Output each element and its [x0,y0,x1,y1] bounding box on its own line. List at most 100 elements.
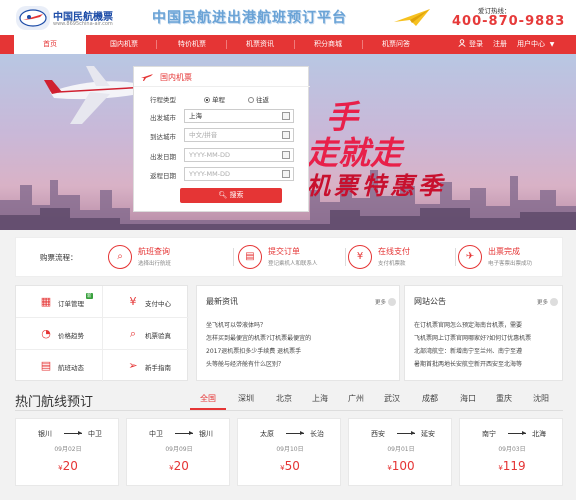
new-badge: 新 [86,293,93,299]
route-price: ¥100 [349,459,453,473]
notice-panel: 网站公告 更多 在订机票官网怎么预定海南台机票，需要 飞机票网上订票官网哪家好?… [404,285,563,381]
news-item[interactable]: 头等舱与经济舱有什么区别？ [206,359,396,368]
route-card[interactable]: 银川 中卫 09月02日 ¥20 [15,418,119,486]
process-step-search: ⌕ 航班查询 选择出行航班 [108,243,228,273]
route-from: 西安 [371,430,385,438]
from-city-value: 上海 [189,112,202,120]
route-card[interactable]: 太原 长治 09月10日 ¥50 [237,418,341,486]
tab-guangzhou[interactable]: 广州 [348,393,364,404]
step-title: 在线支付 [378,247,410,256]
price-value: 119 [502,459,526,473]
price-value: 20 [173,459,189,473]
nav-item-special-tickets[interactable]: 特价机票 [160,35,224,54]
route-to: 北海 [532,430,546,438]
route-from: 银川 [38,430,52,438]
tab-shanghai[interactable]: 上海 [312,393,328,404]
step-divider [446,248,456,266]
tab-wuhan[interactable]: 武汉 [384,393,400,404]
tab-shenyang[interactable]: 沈阳 [533,393,549,404]
notice-item[interactable]: 北部湾航空：新增南宁至兰州、南宁至遵 [414,346,560,355]
depart-date-input[interactable]: YYYY-MM-DD [184,148,294,162]
register-link[interactable]: 注册 [492,35,508,54]
news-item[interactable]: 怎样买到最便宜的机票?订机票最便宜的 [206,333,396,342]
route-from: 南宁 [482,430,496,438]
route-card[interactable]: 西安 延安 09月01日 ¥100 [348,418,452,486]
tab-haikou[interactable]: 海口 [460,393,476,404]
from-city-label: 出发城市 [150,114,176,122]
quick-link-guide[interactable]: ➢ 新手指南 [103,350,189,382]
route-date: 09月01日 [387,446,415,453]
route-arrow-icon [508,431,526,435]
step-subtitle: 支付机票款 [378,261,406,267]
notice-item[interactable]: 在订机票官网怎么预定海南台机票，需要 [414,320,560,329]
one-way-label: 单程 [212,96,225,104]
city-picker-icon[interactable] [282,131,290,139]
tab-chongqing[interactable]: 重庆 [496,393,512,404]
user-center-link[interactable]: 用户中心 [514,35,548,54]
document-icon: ▤ [40,359,52,372]
site-logo[interactable]: 中国民航機票 www.8695china-air.com [16,6,134,30]
nav-item-points-mall[interactable]: 积分商城 [296,35,360,54]
step-subtitle: 电子客票出票成功 [488,261,533,267]
step-subtitle: 选择出行航班 [138,261,172,267]
search-button[interactable]: 🔍︎ 搜索 [180,188,282,203]
quick-link-orders[interactable]: ▦ 订单管理 新 [16,286,102,318]
search-panel-header: 国内机票 [134,67,310,87]
yen-icon: ¥ [348,245,372,269]
news-title: 最新资讯 [206,297,238,306]
user-icon[interactable] [456,35,468,54]
price-value: 20 [62,459,78,473]
route-card[interactable]: 南宁 北海 09月03日 ¥119 [459,418,563,486]
hotline-number: 400-870-9883 [452,14,566,29]
tab-all[interactable]: 全国 [200,393,216,404]
logo-mark-icon [16,6,50,30]
from-city-input[interactable]: 上海 [184,109,294,123]
one-way-radio[interactable]: 单程 [204,94,225,104]
round-trip-radio[interactable]: 往返 [248,94,269,104]
news-more-link[interactable]: 更多 [375,298,397,306]
quick-link-verify[interactable]: ⌕ 机票验真 [103,318,189,350]
city-picker-icon[interactable] [282,112,290,120]
return-date-placeholder: YYYY-MM-DD [189,170,231,178]
nav-item-domestic-tickets[interactable]: 国内机票 [92,35,156,54]
calendar-icon[interactable] [282,151,290,159]
notice-item[interactable]: 飞机票网上订票官网哪家好?如何订优惠机票 [414,333,560,342]
route-price: ¥119 [460,459,564,473]
chevron-down-icon[interactable]: ▼ [548,35,556,54]
route-card[interactable]: 中卫 银川 09月09日 ¥20 [126,418,230,486]
login-link[interactable]: 登录 [468,35,484,54]
tab-chengdu[interactable]: 成都 [422,393,438,404]
notice-more-link[interactable]: 更多 [537,298,559,306]
route-price: ¥20 [127,459,231,473]
notice-title: 网站公告 [414,297,446,306]
return-date-input[interactable]: YYYY-MM-DD [184,167,294,181]
quick-link-flight-status[interactable]: ▤ 航班动态 [16,350,102,382]
more-label: 更多 [537,300,549,306]
tab-shenzhen[interactable]: 深圳 [238,393,254,404]
to-city-input[interactable]: 中文/拼音 [184,128,294,142]
tab-beijing[interactable]: 北京 [276,393,292,404]
nav-divider [156,40,157,49]
quick-link-price-trend[interactable]: ◔ 价格趋势 [16,318,102,350]
news-item[interactable]: 坐飞机可以带液体吗？ [206,320,396,329]
news-item[interactable]: 2017退机票扣多少手续费 退机票手 [206,346,396,355]
banner-headline-3: 机票特惠季 [306,172,446,200]
tabs-divider [15,410,563,411]
quick-link-label: 航班动态 [58,364,84,372]
process-title: 购票流程： [40,253,78,262]
news-panel: 最新资讯 更多 坐飞机可以带液体吗？ 怎样买到最便宜的机票?订机票最便宜的 20… [196,285,400,381]
nav-item-news[interactable]: 机票资讯 [228,35,292,54]
route-to: 中卫 [88,430,102,438]
paper-plane-icon: ➢ [128,359,138,372]
notice-item[interactable]: 暑期首批两地长安航空新开西安至北海等 [414,359,560,368]
more-arrow-icon [550,298,559,306]
nav-item-home[interactable]: 首页 [14,35,86,54]
calendar-icon[interactable] [282,170,290,178]
flight-search-panel: 国内机票 行程类型 单程 往返 出发城市 上海 到达城市 中文/拼音 出发日期 … [133,66,310,212]
nav-item-qa[interactable]: 机票问答 [364,35,428,54]
quick-link-label: 价格趋势 [58,332,84,340]
quick-links-panel: ▦ 订单管理 新 ¥ 支付中心 ◔ 价格趋势 ⌕ 机票验真 ▤ 航班动态 ➢ 新… [15,285,189,382]
price-value: 50 [284,459,300,473]
quick-link-payment[interactable]: ¥ 支付中心 [103,286,189,318]
quick-link-label: 订单管理 [58,300,84,308]
